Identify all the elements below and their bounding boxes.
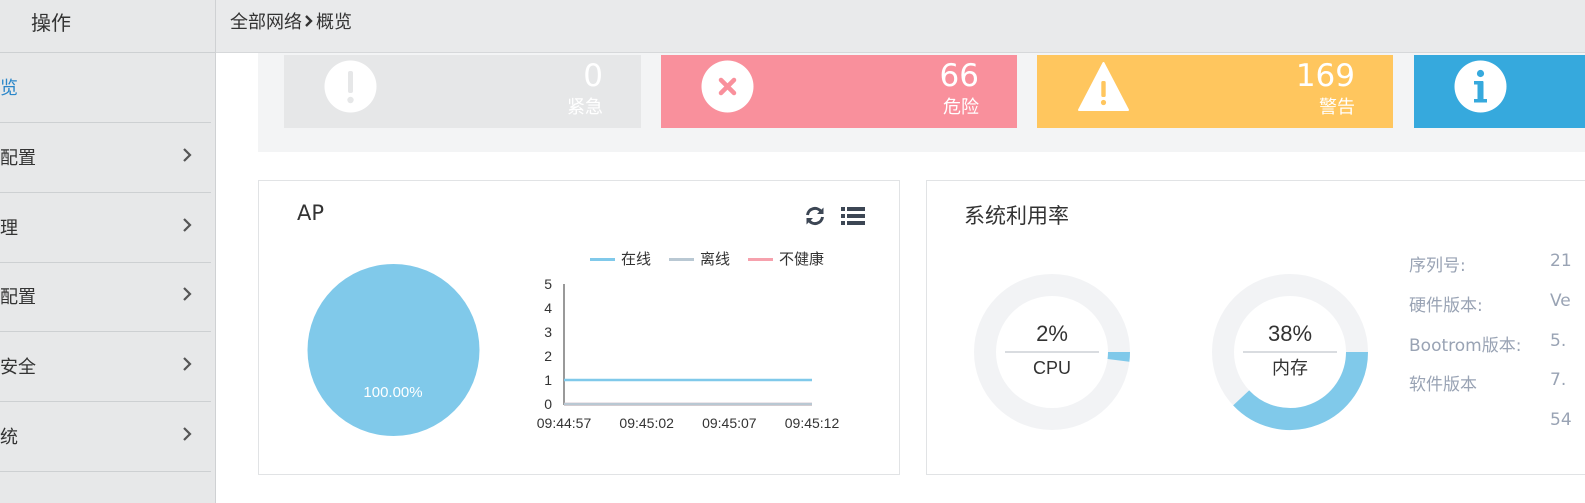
x-circle-icon — [701, 60, 754, 113]
info-value-software-extra: 54 — [1550, 410, 1572, 430]
sidebar-header: 操作 — [0, 0, 215, 53]
sidebar-item-manage[interactable]: 理 — [0, 193, 211, 263]
cpu-gauge: 2% CPU — [974, 274, 1130, 430]
memory-gauge: 38% 内存 — [1212, 274, 1368, 430]
sidebar-item-label: 理 — [0, 218, 18, 239]
sidebar-item-label: 配置 — [0, 287, 36, 308]
alarm-danger[interactable]: 66 危险 — [661, 55, 1017, 128]
sidebar-item-system[interactable]: 统 — [0, 402, 211, 472]
info-value-hardware: Ve — [1550, 291, 1571, 311]
alarm-info[interactable] — [1414, 55, 1585, 128]
legend-label: 在线 — [621, 250, 652, 268]
info-label-serial: 序列号: — [1409, 256, 1466, 276]
alarm-warning[interactable]: 169 警告 — [1037, 55, 1393, 128]
info-label-software: 软件版本 — [1409, 375, 1477, 395]
alarm-count: 169 — [1295, 58, 1355, 94]
list-icon[interactable] — [840, 205, 866, 227]
y-tick-label: 1 — [544, 372, 552, 388]
info-circle-icon — [1454, 60, 1507, 113]
sidebar-item-security[interactable]: 安全 — [0, 332, 211, 402]
cpu-gauge-value: 2% — [1036, 321, 1068, 346]
alarm-critical[interactable]: 0 紧急 — [284, 55, 641, 128]
breadcrumb-chevron-icon — [305, 15, 313, 27]
breadcrumb-parent[interactable]: 全部网络 — [230, 12, 302, 33]
chevron-right-icon — [183, 427, 192, 441]
sidebar-item-label: 安全 — [0, 357, 36, 378]
sidebar-item-label: 统 — [0, 427, 18, 448]
memory-gauge-label: 内存 — [1272, 358, 1308, 378]
alarm-label: 紧急 — [567, 97, 603, 118]
cpu-gauge-label: CPU — [1033, 358, 1071, 378]
sidebar: 操作 览 配置 理 配置 安全 统 — [0, 0, 216, 503]
pie-percent-label: 100.00% — [363, 384, 422, 401]
alarm-count: 0 — [583, 58, 603, 94]
sidebar-item-overview[interactable]: 览 — [0, 53, 211, 123]
x-tick-label: 09:45:07 — [702, 415, 757, 431]
info-value-software: 7. — [1550, 370, 1567, 390]
sidebar-item-config-1[interactable]: 配置 — [0, 123, 211, 193]
sidebar-item-label: 配置 — [0, 148, 36, 169]
y-tick-label: 2 — [544, 348, 552, 364]
legend-item-offline[interactable]: 离线 — [669, 248, 730, 269]
pie-slice-online[interactable] — [307, 264, 480, 436]
x-tick-label: 09:45:02 — [619, 415, 674, 431]
breadcrumb: 全部网络 概览 — [230, 8, 352, 34]
y-tick-label: 5 — [544, 276, 552, 292]
info-value-serial: 21 — [1550, 251, 1572, 271]
legend-item-unhealthy[interactable]: 不健康 — [748, 248, 824, 269]
alarm-label: 危险 — [943, 97, 979, 118]
info-value-bootrom: 5. — [1550, 331, 1567, 351]
ap-line-chart: 0 1 2 3 4 5 09:44:57 09:45:02 09:45:07 09:45:12 — [537, 276, 840, 431]
y-tick-label: 4 — [544, 300, 552, 316]
sidebar-header-label: 操作 — [31, 11, 71, 35]
info-label-hardware: 硬件版本: — [1409, 296, 1483, 316]
breadcrumb-current: 概览 — [316, 12, 352, 33]
alarm-label: 警告 — [1319, 97, 1355, 118]
top-bar: 全部网络 概览 — [216, 0, 1585, 53]
warning-triangle-icon — [1078, 62, 1129, 111]
y-tick-label: 3 — [544, 324, 552, 340]
refresh-icon[interactable] — [803, 204, 827, 228]
memory-gauge-value: 38% — [1268, 321, 1312, 346]
chevron-right-icon — [183, 148, 192, 162]
system-panel-title: 系统利用率 — [964, 204, 1069, 228]
legend-swatch — [669, 258, 694, 261]
legend-label: 离线 — [700, 250, 731, 268]
ap-panel-title: AP — [297, 201, 325, 225]
exclamation-circle-icon — [324, 60, 377, 113]
ap-pie-chart: 100.00% — [307, 264, 480, 436]
sidebar-item-label: 览 — [0, 78, 18, 99]
legend-label: 不健康 — [779, 250, 825, 268]
info-label-bootrom: Bootrom版本: — [1409, 336, 1522, 356]
cpu-gauge-fill — [1107, 351, 1130, 362]
x-tick-label: 09:44:57 — [537, 415, 592, 431]
legend-swatch — [748, 258, 773, 261]
x-tick-label: 09:45:12 — [785, 415, 840, 431]
sidebar-item-config-2[interactable]: 配置 — [0, 262, 211, 332]
y-tick-label: 0 — [544, 396, 552, 412]
legend-item-online[interactable]: 在线 — [590, 248, 651, 269]
chevron-right-icon — [183, 218, 192, 232]
chevron-right-icon — [183, 287, 192, 301]
alarm-count: 66 — [939, 58, 979, 94]
chevron-right-icon — [183, 357, 192, 371]
legend-swatch — [590, 258, 615, 261]
